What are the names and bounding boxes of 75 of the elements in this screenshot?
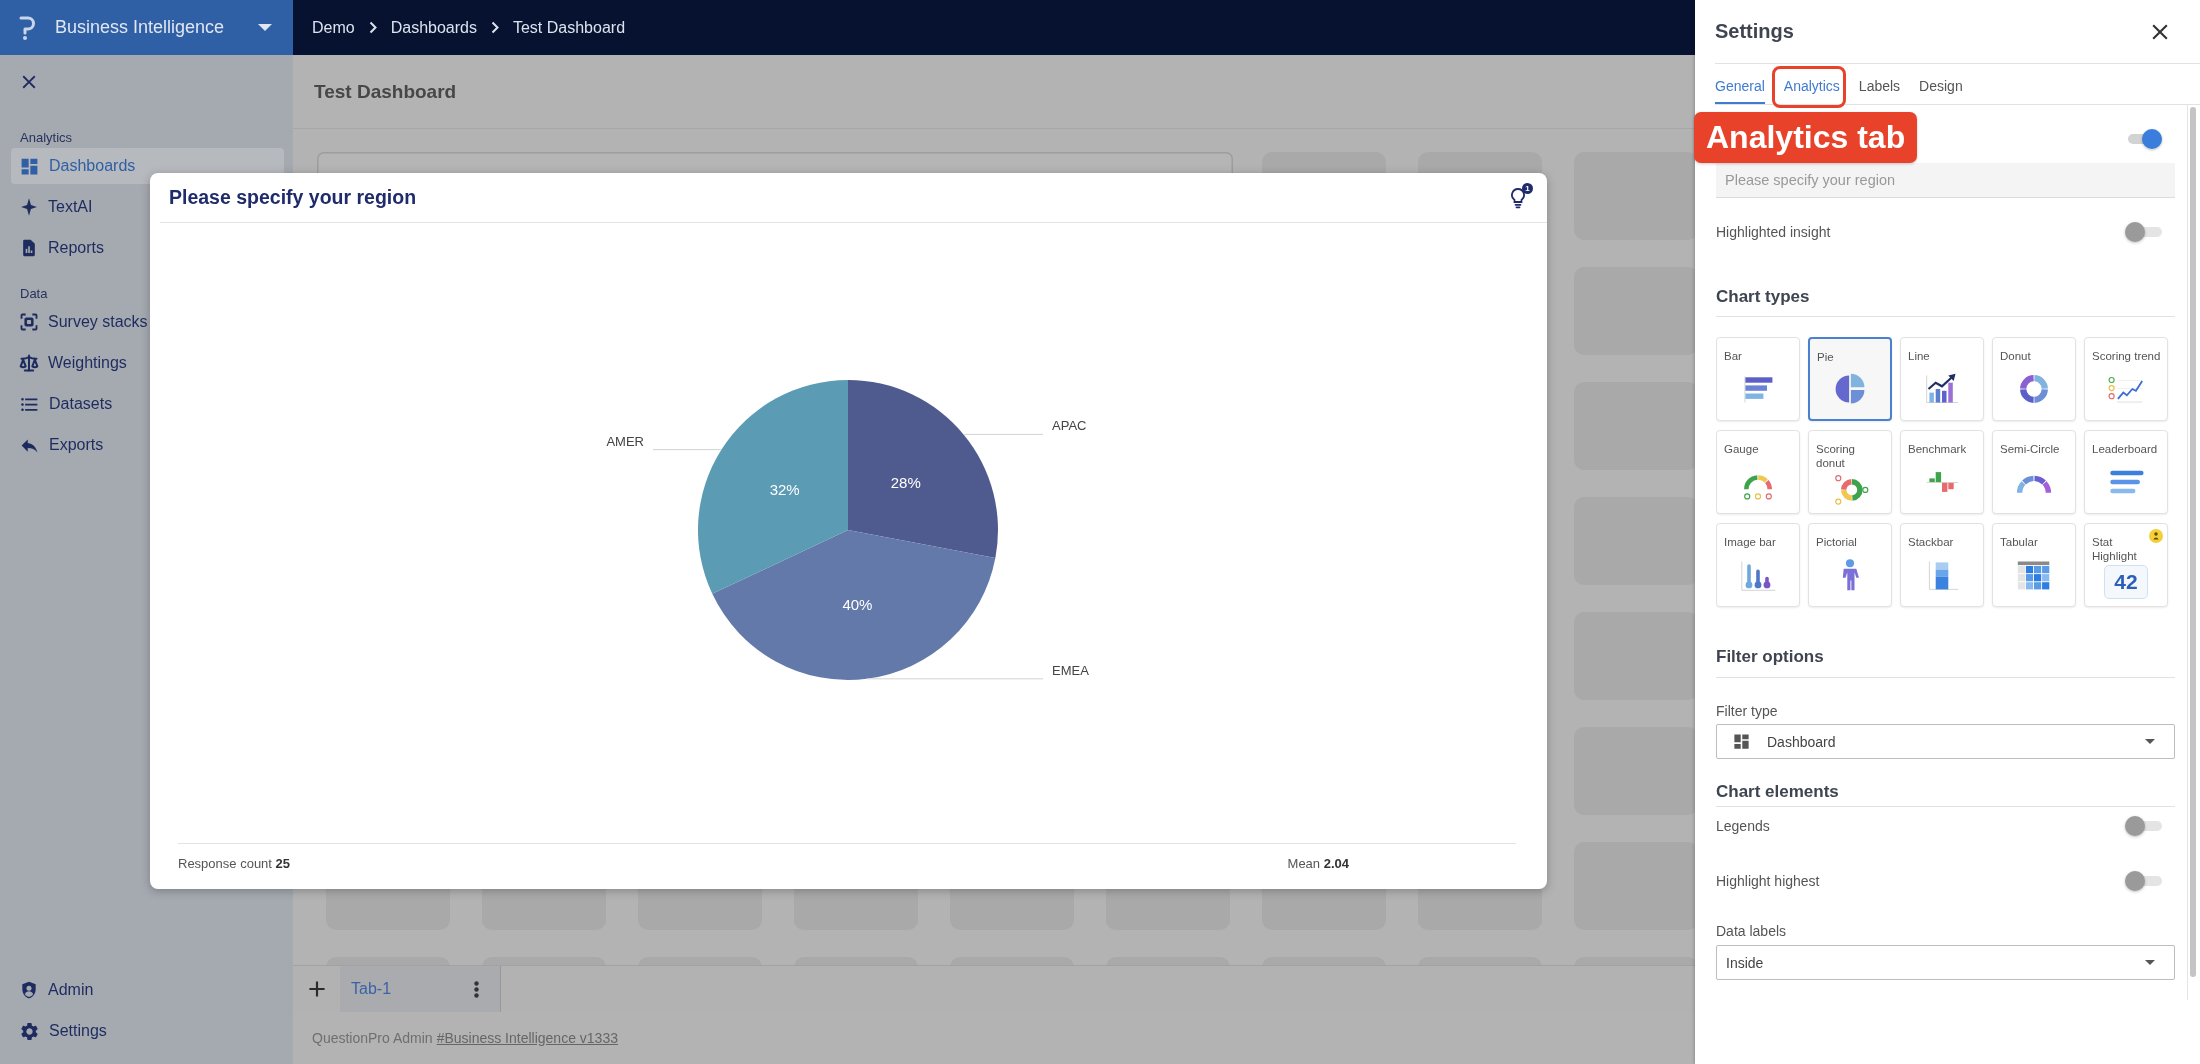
count-badge: 1: [1522, 182, 1533, 194]
chart-type-card[interactable]: Image bar: [1716, 523, 1800, 607]
page-title: Test Dashboard: [314, 80, 457, 103]
breadcrumb-link[interactable]: Dashboards: [390, 18, 477, 37]
category-label: EMEA: [1052, 662, 1089, 678]
dialog-title: Please specify your region: [169, 186, 417, 209]
section-heading: Chart types: [1716, 286, 1811, 308]
chart-type-card[interactable]: Stackbar: [1900, 523, 1984, 607]
settings-tab[interactable]: General: [1715, 64, 1765, 104]
chart-type-card[interactable]: Pie: [1808, 337, 1892, 421]
setting-label: Highlight highest: [1716, 872, 1820, 889]
settings-tab[interactable]: Design: [1919, 64, 1963, 104]
field-label: Data labels: [1716, 922, 1788, 940]
toggle-switch[interactable]: [2125, 869, 2162, 892]
dropdown-field[interactable]: Inside: [1716, 945, 2175, 980]
text-field[interactable]: Please specify your region: [1716, 163, 2175, 198]
more-vertical-icon: [473, 980, 479, 998]
chart-type-card[interactable]: Gauge: [1716, 430, 1800, 514]
percent-label: 28%: [890, 473, 921, 491]
section-heading: Filter options: [1716, 646, 1825, 668]
scan-frame-icon: [19, 312, 39, 332]
logo-icon: [18, 14, 36, 41]
scrollbar[interactable]: [2187, 105, 2197, 1000]
chart-type-card[interactable]: Benchmark: [1900, 430, 1984, 514]
chevron-right-icon: [368, 21, 377, 34]
percent-label: 40%: [842, 595, 873, 613]
percent-label: 32%: [769, 481, 800, 499]
sidebar-item[interactable]: Survey stacks: [11, 304, 284, 340]
shield-user-icon: [19, 980, 39, 1000]
chart-type-card[interactable]: Donut: [1992, 337, 2076, 421]
caret-down-icon: [2145, 960, 2155, 965]
settings-tab[interactable]: Analytics: [1783, 64, 1840, 104]
dropdown-field[interactable]: Dashboard: [1716, 724, 2175, 759]
setting-label: Legends: [1716, 817, 1770, 834]
chart-type-card[interactable]: Line: [1900, 337, 1984, 421]
sidebar-item[interactable]: Exports: [11, 427, 284, 463]
section-label: Data: [20, 286, 49, 302]
breadcrumb-link[interactable]: Demo: [312, 18, 355, 37]
section-heading: Chart elements: [1716, 781, 1840, 803]
toggle-switch[interactable]: [2125, 221, 2162, 243]
sidebar-item[interactable]: Reports: [11, 230, 284, 266]
sidebar-item[interactable]: Datasets: [11, 386, 284, 422]
settings-tab[interactable]: Labels: [1858, 64, 1901, 104]
annotation-callout: Analytics tab: [1694, 112, 1918, 163]
caret-down-icon: [258, 24, 272, 31]
chevron-right-icon: [490, 21, 499, 34]
chart-type-card[interactable]: Bar: [1716, 337, 1800, 421]
leader-line: [653, 449, 722, 451]
stat-preview: 42: [2104, 565, 2148, 599]
field-label: Filter type: [1716, 702, 1779, 720]
breadcrumb-current: Test Dashboard: [512, 18, 626, 37]
scale-icon: [19, 353, 39, 373]
sidebar-item[interactable]: Admin: [11, 972, 284, 1008]
chart-type-card[interactable]: Tabular: [1992, 523, 2076, 607]
chart-type-card[interactable]: Scoring donut: [1808, 430, 1892, 514]
dashboard-icon: [1732, 732, 1751, 751]
chart-type-card[interactable]: Stat Highlight 42: [2084, 523, 2168, 607]
settings-icon: [19, 1020, 40, 1042]
section-label: Analytics: [20, 130, 74, 146]
toggle-switch[interactable]: [2125, 814, 2162, 837]
caret-down-icon: [2145, 739, 2155, 744]
sidebar-item[interactable]: Settings: [11, 1013, 284, 1049]
chart-type-card[interactable]: Semi-Circle: [1992, 430, 2076, 514]
panel-title: Settings: [1715, 20, 1794, 43]
setting-label: Highlighted insight: [1716, 224, 1831, 240]
summary-stat: Response count 25: [178, 856, 291, 872]
chart-type-card[interactable]: Pictorial: [1808, 523, 1892, 607]
chart-type-card[interactable]: Scoring trend: [2084, 337, 2168, 421]
chart-type-card[interactable]: Leaderboard: [2084, 430, 2168, 514]
summary-stat: Mean 2.04: [1287, 856, 1349, 872]
sidebar-item[interactable]: Weightings: [11, 345, 284, 381]
category-label: APAC: [1052, 418, 1087, 434]
category-label: AMER: [606, 433, 644, 449]
lightbulb-icon[interactable]: [1509, 186, 1527, 209]
footer-text: QuestionPro Admin: [312, 1030, 433, 1046]
